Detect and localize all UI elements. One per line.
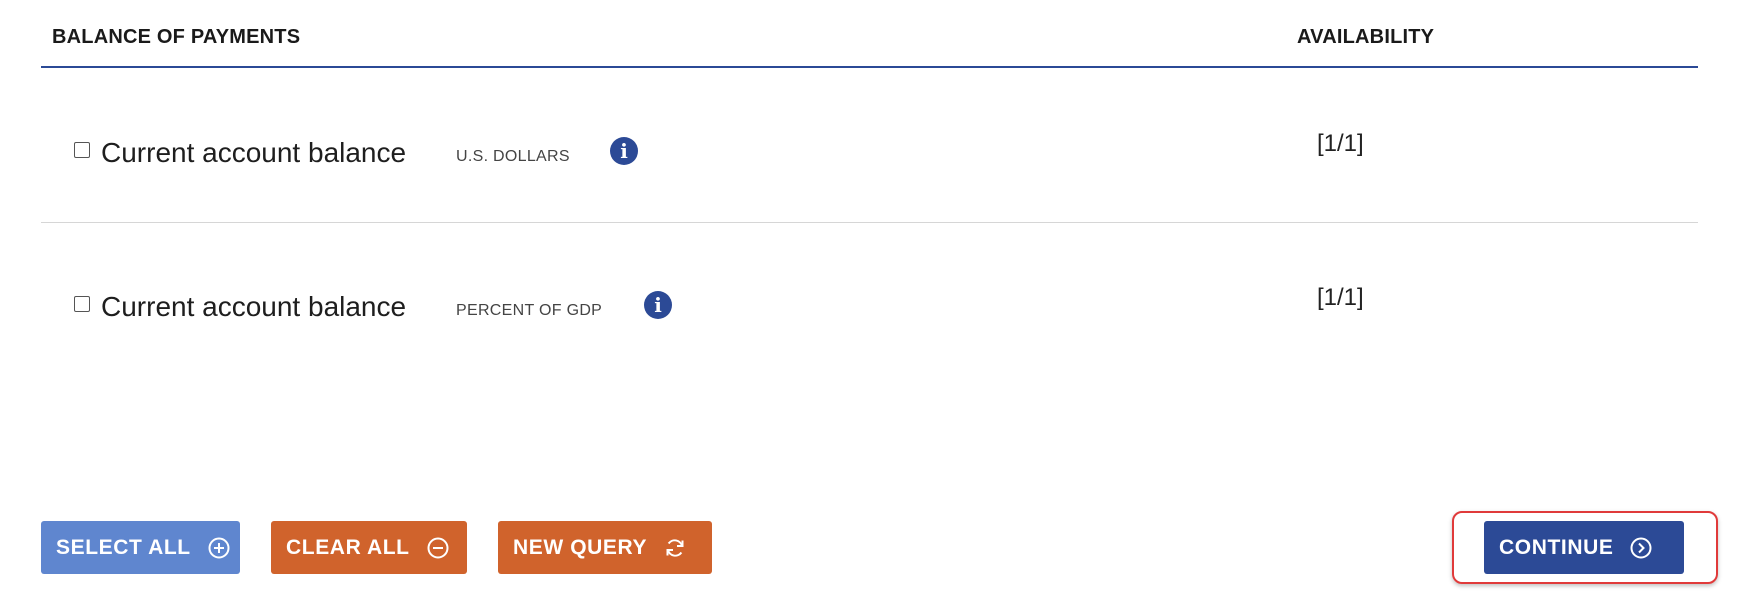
new-query-button[interactable]: NEW QUERY	[498, 521, 712, 574]
chevron-right-circle-icon	[1630, 537, 1652, 558]
continue-button[interactable]: CONTINUE	[1484, 521, 1684, 574]
indicator-checkbox[interactable]	[74, 142, 90, 158]
continue-label: CONTINUE	[1499, 535, 1614, 559]
indicator-row: Current account balance PERCENT OF GDP i…	[41, 222, 1698, 376]
indicator-unit: U.S. DOLLARS	[456, 148, 570, 165]
table-header: BALANCE OF PAYMENTS AVAILABILITY	[41, 0, 1698, 68]
availability-heading: AVAILABILITY	[1297, 26, 1435, 48]
indicator-name: Current account balance	[101, 291, 407, 322]
indicator-name: Current account balance	[101, 137, 407, 168]
info-icon[interactable]: i	[610, 137, 638, 165]
select-all-label: SELECT ALL	[56, 535, 191, 559]
indicator-unit: PERCENT OF GDP	[456, 302, 603, 319]
indicator-checkbox[interactable]	[74, 296, 90, 312]
info-icon[interactable]: i	[644, 291, 672, 319]
refresh-icon	[666, 538, 684, 557]
plus-circle-icon	[208, 537, 230, 558]
new-query-label: NEW QUERY	[513, 535, 648, 559]
availability-value: [1/1]	[1317, 284, 1364, 311]
availability-value: [1/1]	[1317, 130, 1364, 157]
balance-of-payments-heading: BALANCE OF PAYMENTS	[52, 26, 301, 48]
clear-all-button[interactable]: CLEAR ALL	[271, 521, 467, 574]
clear-all-label: CLEAR ALL	[286, 535, 410, 559]
minus-circle-icon	[427, 537, 449, 558]
indicator-row: Current account balance U.S. DOLLARS i […	[41, 68, 1698, 223]
select-all-button[interactable]: SELECT ALL	[41, 521, 240, 574]
